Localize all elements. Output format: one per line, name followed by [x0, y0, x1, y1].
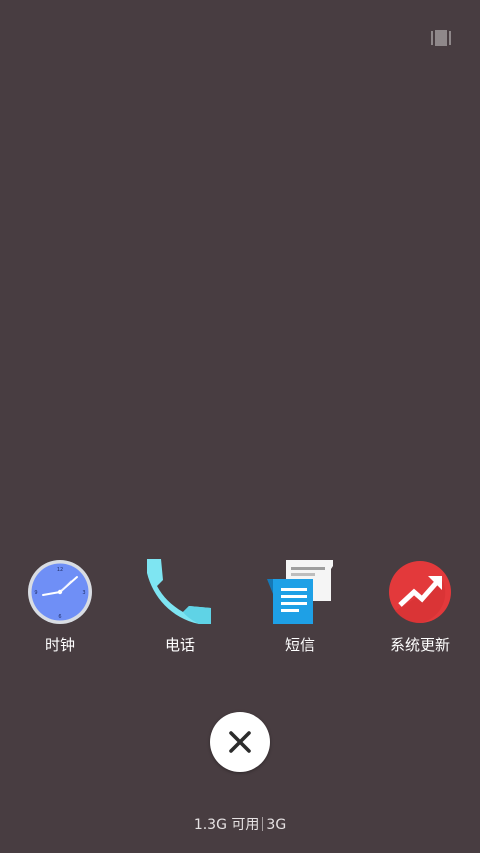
memory-total: 3G [266, 817, 287, 833]
messages-icon [267, 560, 333, 624]
phone-icon [147, 559, 211, 624]
app-label-messages: 短信 [284, 636, 315, 654]
svg-text:6: 6 [58, 614, 61, 620]
system-update-icon [389, 561, 451, 624]
svg-text:9: 9 [34, 590, 37, 596]
app-clock[interactable]: 12 3 6 9 时钟 [0, 559, 120, 669]
app-system-update[interactable]: 系统更新 [360, 559, 480, 669]
recent-apps-row: 12 3 6 9 时钟 电话 短信 系统更新 [0, 559, 480, 669]
clock-icon: 12 3 6 9 [28, 560, 92, 624]
app-label-system-update: 系统更新 [389, 636, 450, 654]
svg-text:3: 3 [82, 590, 85, 596]
app-phone[interactable]: 电话 [120, 559, 240, 669]
close-all-button[interactable] [210, 712, 270, 772]
close-icon [229, 731, 251, 753]
app-label-clock: 时钟 [44, 636, 75, 654]
svg-text:12: 12 [57, 567, 63, 573]
memory-divider [262, 817, 264, 831]
memory-status: 1.3G 可用 3G [0, 816, 480, 834]
memory-available: 1.3G 可用 [193, 817, 260, 833]
app-messages[interactable]: 短信 [240, 559, 360, 669]
multi-window-icon[interactable] [431, 30, 451, 46]
app-label-phone: 电话 [164, 636, 195, 654]
